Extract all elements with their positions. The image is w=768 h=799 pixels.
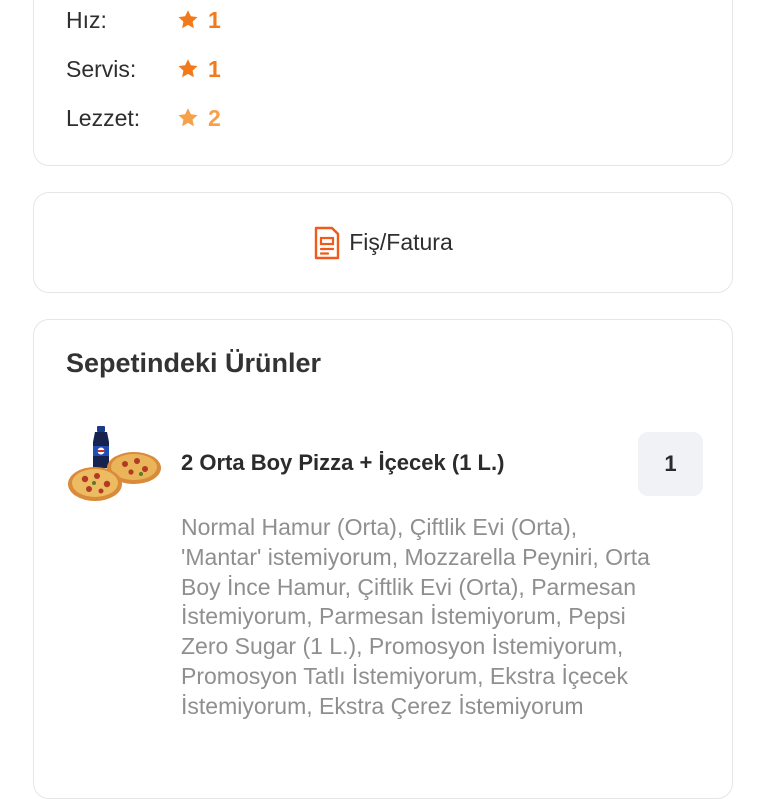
ratings-card: Hız: 1 Servis: 1 Lezzet: 2 <box>33 0 733 166</box>
star-icon <box>178 10 198 29</box>
rating-row-service: Servis: 1 <box>66 54 221 84</box>
quantity-badge: 1 <box>638 432 703 496</box>
rating-number: 1 <box>208 55 221 82</box>
basket-card: Sepetindeki Ürünler 2 Orta Boy Pizza + İ… <box>33 319 733 799</box>
star-icon <box>178 59 198 78</box>
star-icon <box>178 108 198 127</box>
rating-value: 1 <box>176 56 221 83</box>
pizza-and-cola-image <box>68 426 161 501</box>
product-name: 2 Orta Boy Pizza + İçecek (1 L.) <box>181 450 505 475</box>
receipt-button[interactable]: Fiş/Fatura <box>33 192 733 293</box>
rating-label: Hız: <box>66 6 107 33</box>
rating-value: 2 <box>176 105 221 132</box>
rating-row-speed: Hız: 1 <box>66 5 221 35</box>
rating-row-taste: Lezzet: 2 <box>66 103 221 133</box>
receipt-button-content: Fiş/Fatura <box>313 226 453 260</box>
rating-label: Lezzet: <box>66 104 141 131</box>
basket-title: Sepetindeki Ürünler <box>66 348 322 378</box>
product-description: Normal Hamur (Orta), Çiftlik Evi (Orta),… <box>181 514 650 719</box>
rating-number: 1 <box>208 6 221 33</box>
receipt-icon <box>315 226 340 259</box>
rating-number: 2 <box>208 104 221 131</box>
rating-value: 1 <box>176 7 221 34</box>
receipt-label: Fiş/Fatura <box>349 229 453 255</box>
rating-label: Servis: <box>66 55 137 82</box>
quantity-value: 1 <box>664 451 677 476</box>
